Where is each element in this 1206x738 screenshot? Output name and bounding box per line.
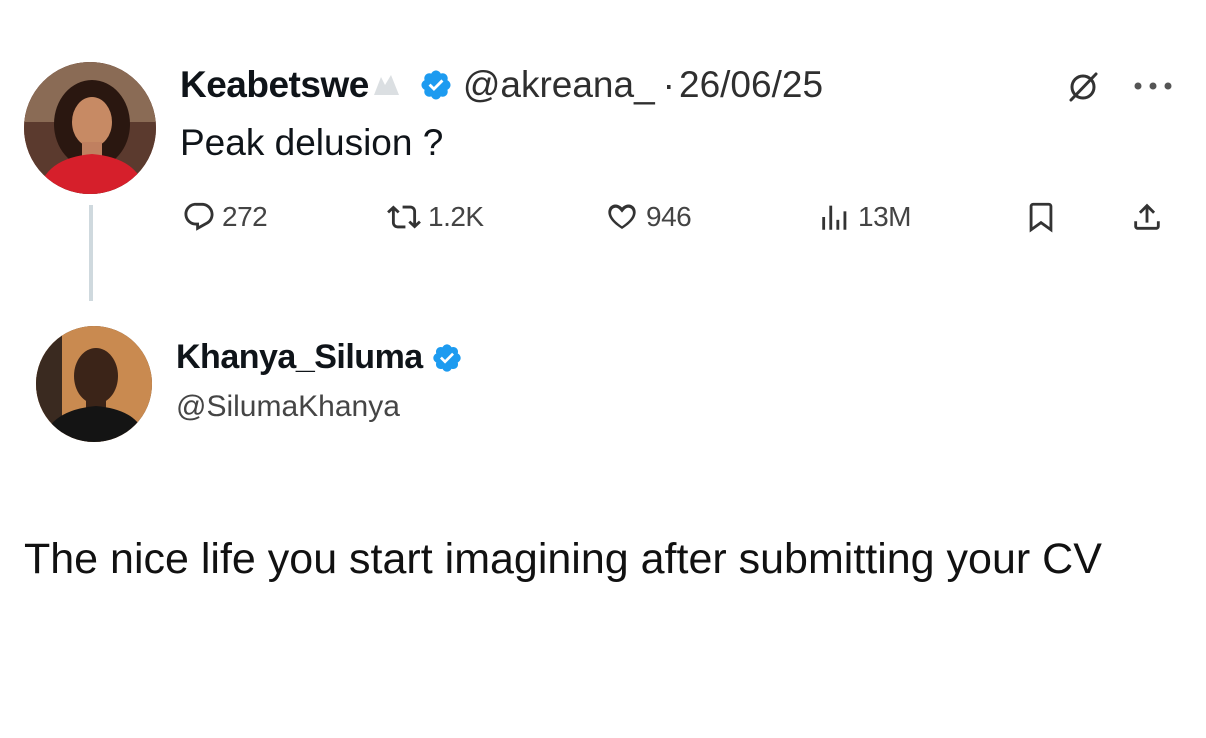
heart-icon — [608, 204, 636, 230]
author-handle[interactable]: @akreana_ — [463, 64, 655, 106]
like-button[interactable]: 946 — [604, 192, 692, 242]
reply-author-name[interactable]: Khanya_Siluma — [176, 338, 423, 377]
name-emoji-icon — [373, 75, 399, 95]
grok-icon[interactable] — [1066, 70, 1100, 104]
avatar-photo — [36, 326, 152, 442]
retweet-icon — [387, 205, 421, 229]
share-icon — [1134, 203, 1160, 230]
reply-icon — [184, 202, 214, 231]
reply-count: 272 — [222, 201, 268, 232]
date-separator: · — [662, 64, 675, 105]
verified-badge-icon[interactable] — [431, 342, 463, 374]
more-icon[interactable] — [1128, 78, 1178, 94]
share-button[interactable] — [1130, 192, 1164, 242]
tweet-date[interactable]: 26/06/25 — [679, 64, 823, 106]
bookmark-button[interactable] — [1024, 192, 1058, 242]
views-button[interactable]: 13M — [818, 192, 911, 242]
like-count: 946 — [646, 201, 692, 232]
retweet-count: 1.2K — [428, 201, 484, 232]
views-count: 13M — [858, 201, 911, 232]
bookmark-icon — [1029, 202, 1053, 233]
views-chart-icon — [822, 205, 847, 230]
author-avatar[interactable] — [24, 62, 156, 194]
author-name[interactable]: Keabetswe — [180, 64, 369, 106]
reply-button[interactable]: 272 — [182, 192, 268, 242]
verified-badge-icon[interactable] — [419, 68, 453, 102]
retweet-button[interactable]: 1.2K — [386, 192, 484, 242]
thread-connector-line — [89, 205, 93, 301]
tweet-text: Peak delusion ? — [180, 122, 444, 163]
reply-author-handle[interactable]: @SilumaKhanya — [176, 390, 400, 424]
reply-author-avatar[interactable] — [36, 326, 152, 442]
reply-text: The nice life you start imagining after … — [24, 535, 1102, 583]
reply-header: Khanya_Siluma — [176, 338, 473, 377]
tweet-header: Keabetswe @akreana_ · 26/06/25 — [180, 60, 823, 110]
avatar-photo — [24, 62, 156, 194]
